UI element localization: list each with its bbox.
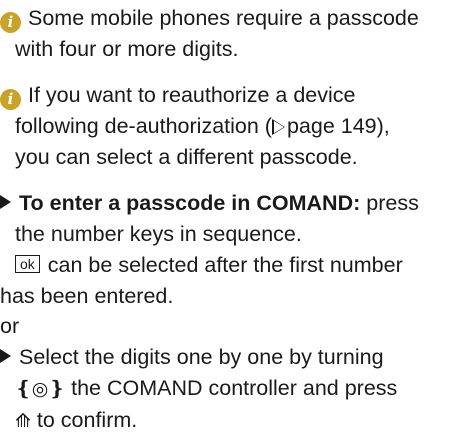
step-1-line3: ok can be selected after the first number [0, 250, 460, 281]
page-reference-triangle-icon [271, 111, 287, 142]
step-2-line3: ⟰ to confirm. [15, 408, 138, 432]
or-separator: or [0, 314, 20, 338]
info-note-2-line2: following de-authorization (page 149), [0, 111, 460, 142]
step-1-line4: has been entered. [0, 284, 174, 308]
rotate-left-icon: ❴ [15, 378, 32, 400]
manual-page: i Some mobile phones require a passcode w… [0, 0, 463, 432]
info-note-1: i Some mobile phones require a passcode w… [0, 3, 460, 65]
step-1-heading: To enter a passcode in COMAND: [19, 191, 361, 215]
press-controller-icon: ⟰ [15, 410, 31, 432]
ok-key-icon: ok [15, 255, 40, 273]
step-1-line2: the number keys in sequence. [15, 222, 302, 246]
step-2-line1: Select the digits one by one by turning [0, 342, 460, 373]
info-note-2: i If you want to reauthorize a device fol… [0, 80, 460, 173]
info-icon: i [0, 89, 21, 110]
rotate-right-icon: ❵ [48, 378, 66, 400]
step-arrow-icon [0, 195, 11, 209]
step-1-line1: To enter a passcode in COMAND: press [0, 188, 460, 219]
info-note-2-line3: you can select a different passcode. [15, 145, 358, 169]
step-2-line2: ❴◎❵ the COMAND controller and press [15, 376, 398, 400]
page-reference: page 149 [286, 114, 377, 138]
step-arrow-icon [0, 349, 11, 363]
info-note-1-line1: i Some mobile phones require a passcode [0, 3, 460, 34]
info-note-1-line2: with four or more digits. [15, 37, 239, 61]
info-note-2-line1: i If you want to reauthorize a device [0, 80, 460, 111]
info-icon: i [0, 12, 21, 33]
controller-icon: ◎ [31, 378, 49, 400]
instruction-step-1: To enter a passcode in COMAND: press the… [0, 188, 460, 312]
